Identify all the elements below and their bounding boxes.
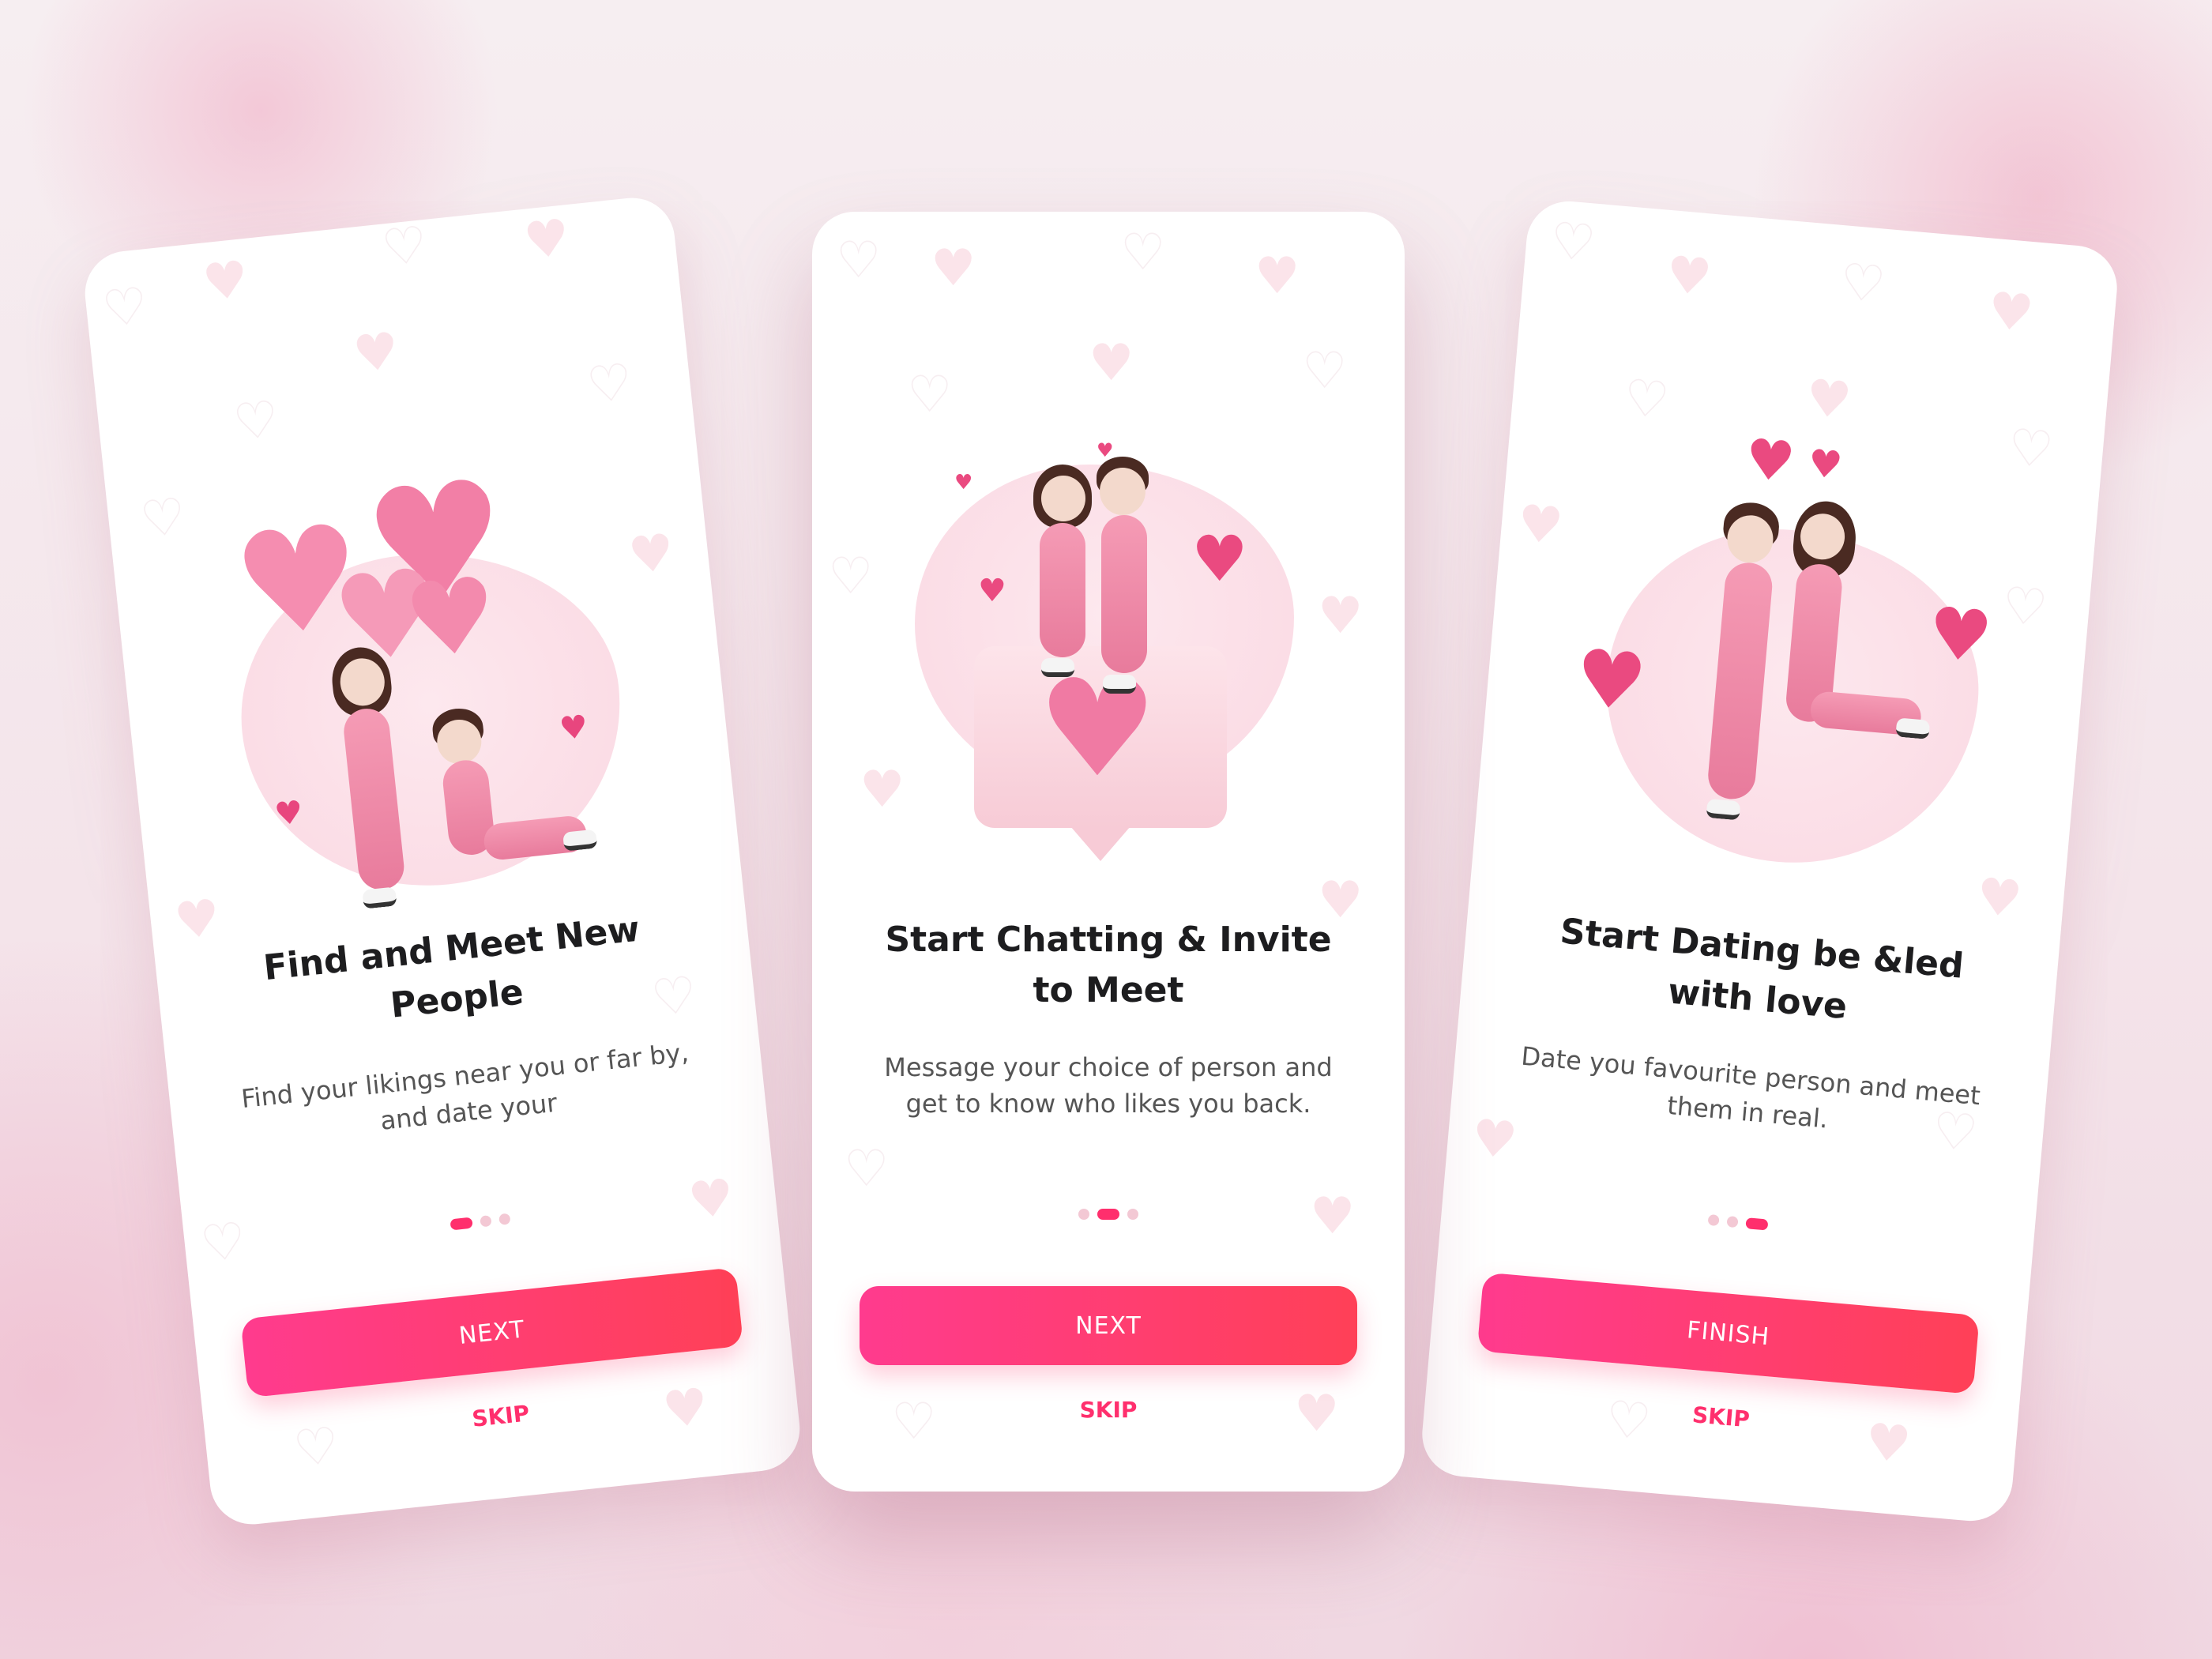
onboarding-screen-2: ♡ ♥ ♡ ♥ ♥ ♡ ♡ ♥ ♡ ♥ ♥ ♡ ♥ ♡ ♥ ♥ ♥ ♥ ♥ ♥ [812,212,1405,1492]
heart-pattern-icon: ♥ [1089,334,1134,393]
heart-balloon-icon: ♥ [399,553,504,683]
heart-pattern-icon: ♡ [1838,253,1888,315]
next-button[interactable]: NEXT [860,1286,1357,1365]
page-dot-2[interactable] [1097,1209,1119,1220]
page-dot-1[interactable] [450,1217,473,1231]
heart-pattern-icon: ♡ [230,389,282,453]
page-dot-1[interactable] [1078,1209,1089,1220]
heart-pattern-icon: ♡ [378,215,431,279]
couple-illustration: ♥ ♥ ♥ ♥ ♥ [812,441,1405,883]
heart-pattern-icon: ♥ [521,209,573,272]
heart-pattern-icon: ♡ [844,1140,890,1198]
heart-icon: ♥ [978,573,1006,609]
heart-pattern-icon: ♡ [584,352,636,416]
heart-pattern-icon: ♥ [200,250,251,314]
heart-icon: ♥ [1924,591,1996,680]
couple-illustration: ♥ ♥ ♥ ♥ [1472,427,2097,918]
heart-icon: ♥ [273,794,305,833]
skip-link[interactable]: SKIP [812,1397,1405,1423]
heart-pattern-icon: ♥ [1804,368,1854,431]
heart-pattern-icon: ♥ [1663,245,1714,308]
page-dot-2[interactable] [1726,1216,1739,1228]
heart-icon: ♥ [954,471,973,495]
heart-pattern-icon: ♥ [1255,247,1300,306]
heart-icon: ♥ [1742,426,1798,495]
heart-icon: ♥ [1571,630,1650,730]
heart-pattern-icon: ♥ [1469,1108,1520,1172]
page-dot-2[interactable] [480,1215,492,1228]
heart-icon: ♥ [1806,441,1845,489]
heart-pattern-icon: ♡ [2005,418,2056,481]
heart-pattern-icon: ♥ [1985,281,2037,344]
heart-pattern-icon: ♡ [1548,211,1598,274]
page-dot-1[interactable] [1707,1213,1720,1227]
couple-illustration: ♥ ♥ ♥ ♥ ♥ ♥ [108,445,740,924]
page-dot-3[interactable] [1745,1217,1769,1231]
heart-pattern-icon: ♡ [907,366,953,424]
heart-pattern-icon: ♡ [1621,368,1672,431]
page-dot-3[interactable] [1127,1209,1138,1220]
heart-pattern-icon: ♡ [836,231,882,290]
heart-pattern-icon: ♡ [99,276,151,340]
heart-pattern-icon: ♥ [931,239,976,298]
screen-description: Message your choice of person and get to… [884,1052,1333,1119]
onboarding-screen-3: ♡ ♥ ♡ ♥ ♥ ♡ ♡ ♥ ♡ ♥ ♡ ♥ ♡ ♥ ♥ ♥ ♥ ♥ Star… [1418,198,2121,1525]
heart-icon: ♥ [1037,651,1158,807]
heart-pattern-icon: ♥ [350,322,402,386]
page-dot-3[interactable] [498,1213,511,1225]
screen-title: Start Chatting & Invite to Meet [885,920,1332,1010]
heart-icon: ♥ [1191,522,1248,596]
heart-icon: ♥ [1097,439,1114,461]
heart-pattern-icon: ♡ [1302,342,1348,401]
page-indicator [812,1209,1405,1220]
heart-pattern-icon: ♡ [1120,224,1166,282]
heart-icon: ♥ [558,708,590,748]
